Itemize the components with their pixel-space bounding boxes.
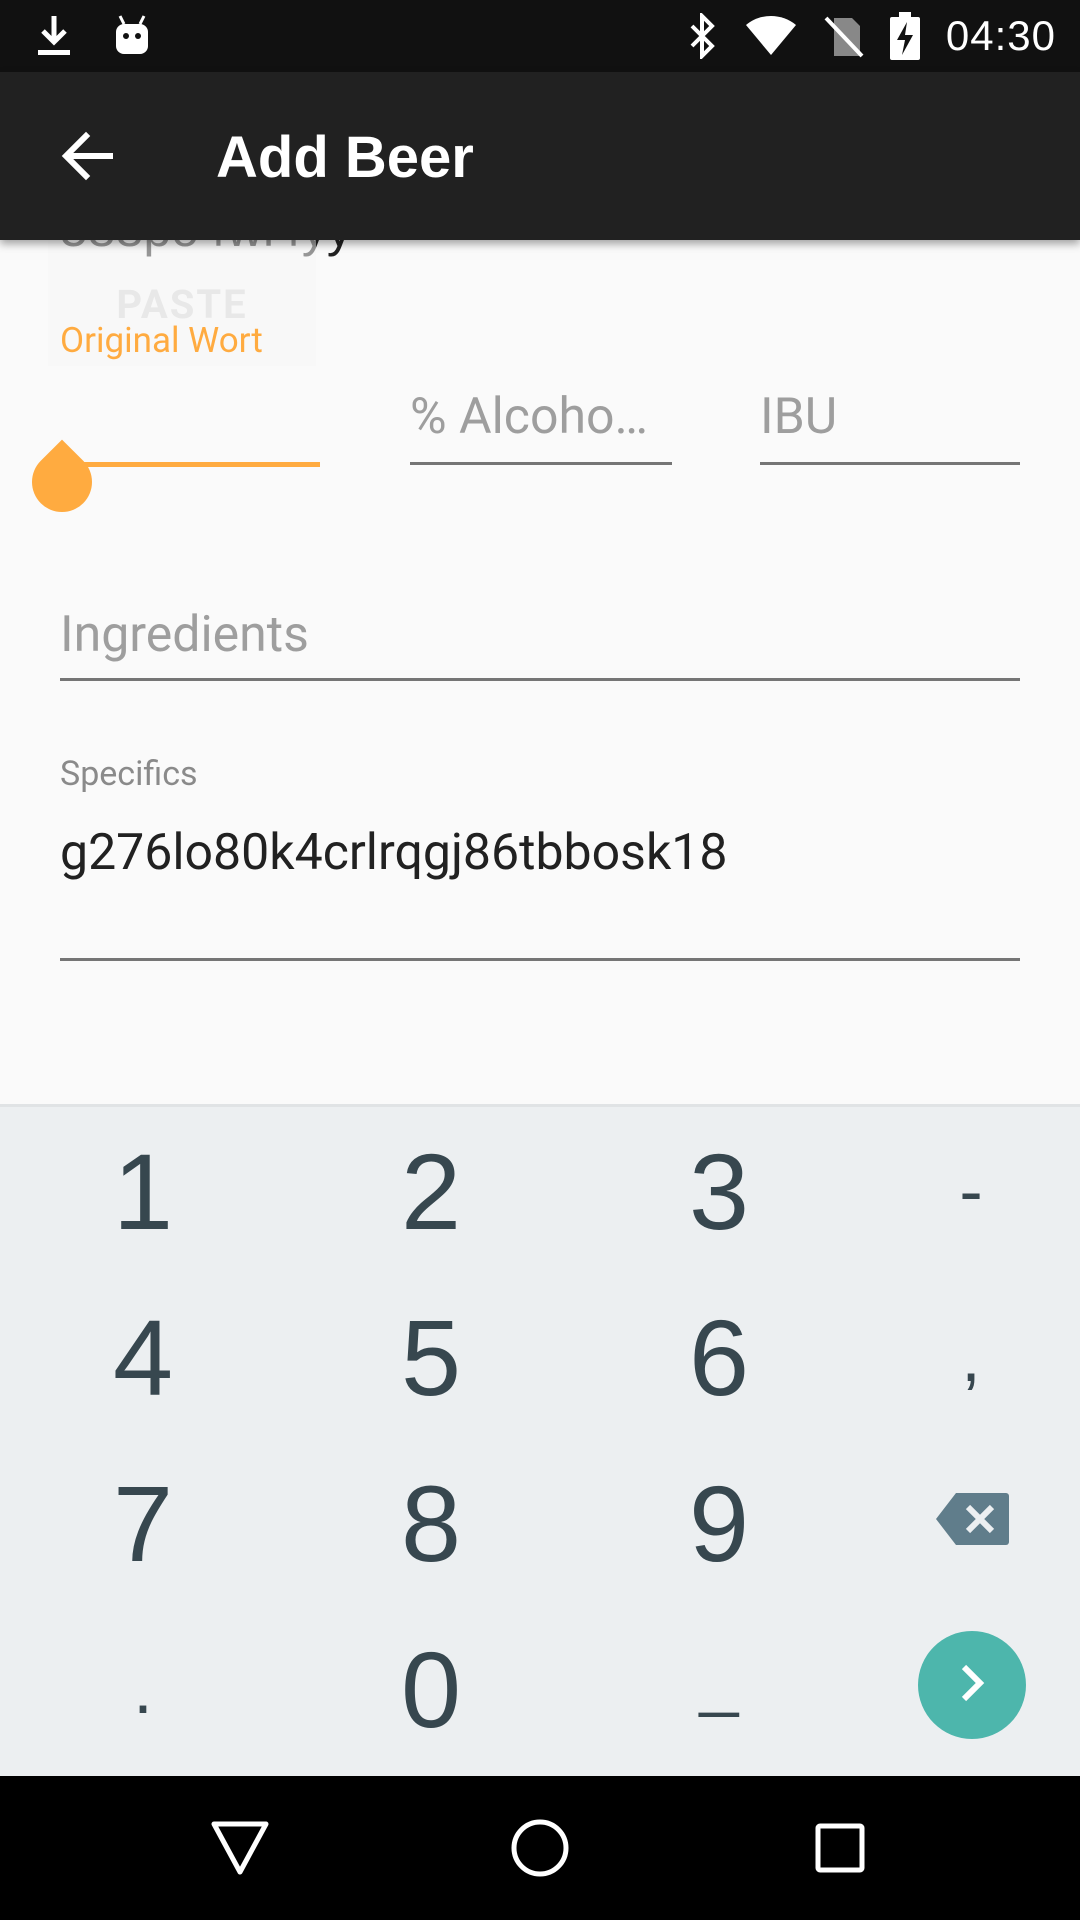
- status-time: 04:30: [945, 12, 1056, 59]
- original-wort-label: Original Wort: [60, 320, 263, 361]
- key-6[interactable]: 6: [584, 1273, 854, 1441]
- key-8[interactable]: 8: [296, 1439, 566, 1607]
- toolbar: Add Beer: [0, 72, 1080, 240]
- key-4[interactable]: 4: [8, 1273, 278, 1441]
- beer-form: 588po4wl4yy PASTE Original Wort % Alcoho…: [0, 240, 1080, 1104]
- key-3[interactable]: 3: [584, 1107, 854, 1275]
- key-9[interactable]: 9: [584, 1439, 854, 1607]
- alcohol-underline: [410, 462, 672, 465]
- status-bar: 04:30: [0, 0, 1080, 72]
- home-circle-icon[interactable]: [508, 1816, 572, 1880]
- key-5[interactable]: 5: [296, 1273, 566, 1441]
- text-cursor-handle[interactable]: [19, 439, 105, 525]
- navigation-bar: [0, 1776, 1080, 1920]
- ingredients-field[interactable]: Ingredients: [60, 606, 309, 664]
- enter-button[interactable]: [918, 1631, 1026, 1739]
- numeric-keyboard: 1 2 3 - 4 5 6 , 7 8 9 . 0 _: [0, 1104, 1080, 1779]
- bluetooth-icon: [688, 13, 718, 59]
- key-7[interactable]: 7: [8, 1439, 278, 1607]
- backspace-icon[interactable]: [934, 1491, 1010, 1551]
- wifi-icon: [744, 15, 798, 57]
- original-wort-field[interactable]: [60, 462, 320, 467]
- android-icon: [112, 14, 152, 58]
- arrow-back-icon[interactable]: [56, 124, 120, 188]
- no-sim-icon: [824, 14, 864, 58]
- recents-square-icon[interactable]: [808, 1816, 872, 1880]
- ibu-field[interactable]: IBU: [760, 388, 837, 446]
- key-underscore[interactable]: _: [584, 1595, 854, 1763]
- key-dot[interactable]: .: [8, 1605, 278, 1773]
- page-title: Add Beer: [216, 125, 474, 190]
- download-icon: [36, 14, 72, 58]
- chevron-right-icon: [952, 1659, 992, 1711]
- alcohol-field[interactable]: % Alcoho…: [410, 388, 672, 446]
- specifics-field[interactable]: g276lo80k4crlrqgj86tbbosk18: [60, 824, 727, 882]
- key-minus[interactable]: -: [836, 1107, 1080, 1275]
- specifics-label: Specifics: [60, 754, 198, 794]
- back-triangle-icon[interactable]: [208, 1816, 272, 1880]
- key-1[interactable]: 1: [8, 1107, 278, 1275]
- specifics-underline: [60, 958, 1020, 961]
- alcohol-placeholder: % Alcoho…: [410, 388, 648, 446]
- ingredients-underline: [60, 678, 1020, 681]
- battery-charging-icon: [889, 12, 920, 60]
- ibu-underline: [760, 462, 1020, 465]
- key-2[interactable]: 2: [296, 1107, 566, 1275]
- key-comma[interactable]: ,: [836, 1273, 1080, 1441]
- key-0[interactable]: 0: [296, 1605, 566, 1773]
